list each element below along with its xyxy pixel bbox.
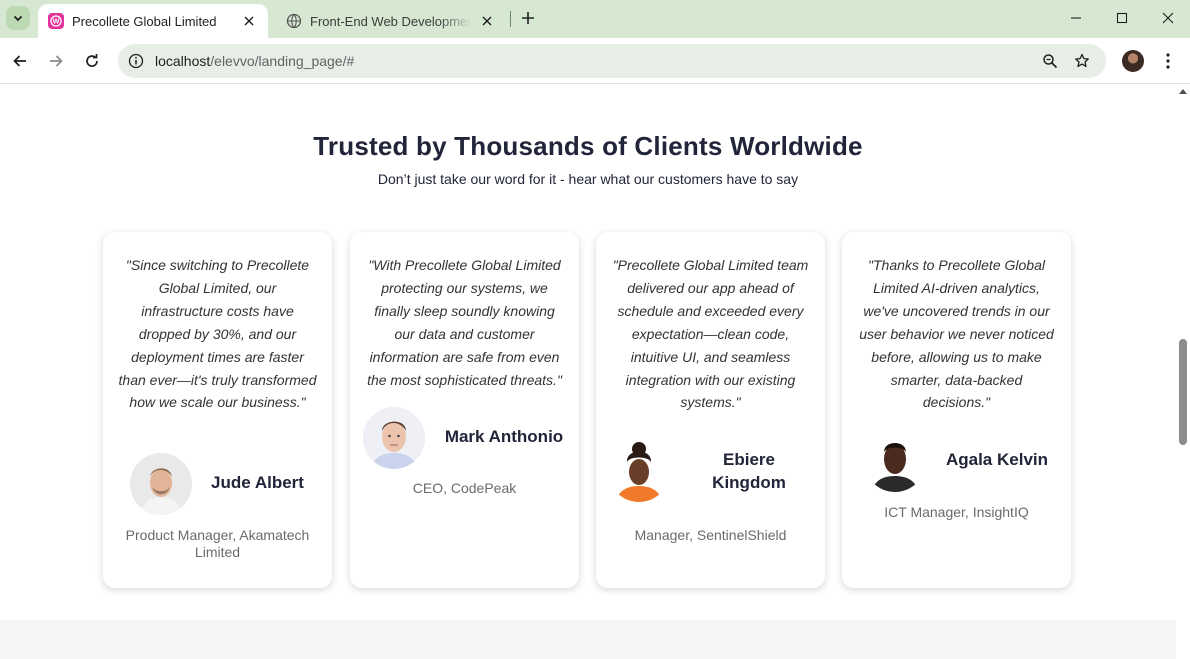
author-role: Manager, SentinelShield bbox=[634, 527, 787, 543]
tab-front-end[interactable]: Front-End Web Development Ta bbox=[276, 4, 506, 38]
zoom-icon[interactable] bbox=[1040, 51, 1060, 71]
url-text: localhost/elevvo/landing_page/# bbox=[155, 53, 354, 69]
testimonial-card: "With Precollete Global Limited protecti… bbox=[350, 232, 579, 588]
bookmark-star-icon[interactable] bbox=[1072, 51, 1092, 71]
minimize-icon bbox=[1071, 17, 1081, 19]
globe-icon bbox=[286, 13, 302, 29]
arrow-right-icon bbox=[50, 55, 63, 67]
maximize-icon bbox=[1116, 12, 1128, 24]
testimonial-card: "Thanks to Precollete Global Limited AI-… bbox=[842, 232, 1071, 588]
url-path: /elevvo/landing_page/# bbox=[210, 53, 355, 69]
tab-title: Precollete Global Limited bbox=[72, 13, 217, 29]
page-viewport: Trusted by Thousands of Clients Worldwid… bbox=[0, 85, 1176, 659]
reload-button[interactable] bbox=[80, 49, 104, 73]
tab-strip: W Precollete Global Limited Front-End We… bbox=[0, 0, 1190, 38]
address-bar[interactable]: localhost/elevvo/landing_page/# bbox=[118, 44, 1106, 78]
maximize-button[interactable] bbox=[1099, 0, 1145, 36]
tab-title: Front-End Web Development Ta bbox=[310, 13, 472, 29]
testimonial-quote: "Precollete Global Limited team delivere… bbox=[612, 257, 809, 411]
avatar bbox=[864, 430, 926, 492]
tab-separator bbox=[510, 11, 511, 27]
author-name: Jude Albert bbox=[211, 473, 304, 492]
tab-search-button[interactable] bbox=[6, 6, 30, 30]
author-name: Agala Kelvin bbox=[945, 450, 1049, 469]
testimonial-quote: "Since switching to Precollete Global Li… bbox=[118, 257, 317, 411]
avatar bbox=[130, 453, 192, 515]
author-role: ICT Manager, InsightIQ bbox=[884, 504, 1029, 520]
page-scrollbar[interactable] bbox=[1176, 85, 1190, 659]
author-name: Mark Anthonio bbox=[444, 427, 564, 446]
close-window-button[interactable] bbox=[1145, 0, 1190, 36]
plus-icon bbox=[522, 12, 534, 24]
minimize-button[interactable] bbox=[1053, 0, 1099, 36]
avatar bbox=[608, 440, 670, 502]
close-tab-icon[interactable] bbox=[240, 12, 258, 30]
profile-avatar[interactable] bbox=[1122, 50, 1144, 72]
next-section-band bbox=[0, 620, 1176, 659]
forward-button[interactable] bbox=[44, 49, 68, 73]
tab-precollete[interactable]: W Precollete Global Limited bbox=[38, 4, 268, 38]
avatar bbox=[363, 407, 425, 469]
url-host: localhost bbox=[155, 53, 211, 69]
site-info-icon[interactable] bbox=[126, 51, 146, 71]
author-role: CEO, CodePeak bbox=[412, 480, 517, 496]
svg-text:W: W bbox=[53, 19, 60, 26]
section-title: Trusted by Thousands of Clients Worldwid… bbox=[313, 131, 863, 161]
scroll-up-arrow-icon[interactable] bbox=[1179, 89, 1187, 94]
reload-icon bbox=[86, 54, 98, 67]
testimonial-card: "Precollete Global Limited team delivere… bbox=[596, 232, 825, 588]
close-tab-icon[interactable] bbox=[478, 12, 496, 30]
browser-menu-icon[interactable] bbox=[1158, 49, 1178, 73]
arrow-left-icon bbox=[13, 55, 26, 67]
testimonial-card: "Since switching to Precollete Global Li… bbox=[103, 232, 332, 588]
wordpress-icon: W bbox=[48, 13, 64, 29]
new-tab-button[interactable] bbox=[518, 8, 538, 28]
testimonial-quote: "Thanks to Precollete Global Limited AI-… bbox=[859, 257, 1054, 411]
close-icon bbox=[1162, 12, 1174, 24]
author-role: Product Manager, Akamatech Limited bbox=[125, 527, 310, 560]
chevron-down-icon bbox=[13, 15, 23, 22]
section-subtitle: Don’t just take our word for it - hear w… bbox=[377, 171, 799, 187]
browser-toolbar: localhost/elevvo/landing_page/# bbox=[0, 38, 1190, 84]
testimonial-quote: "With Precollete Global Limited protecti… bbox=[367, 257, 562, 388]
scroll-thumb[interactable] bbox=[1179, 339, 1187, 445]
author-name: Ebiere Kingdom bbox=[712, 450, 786, 492]
back-button[interactable] bbox=[8, 49, 32, 73]
